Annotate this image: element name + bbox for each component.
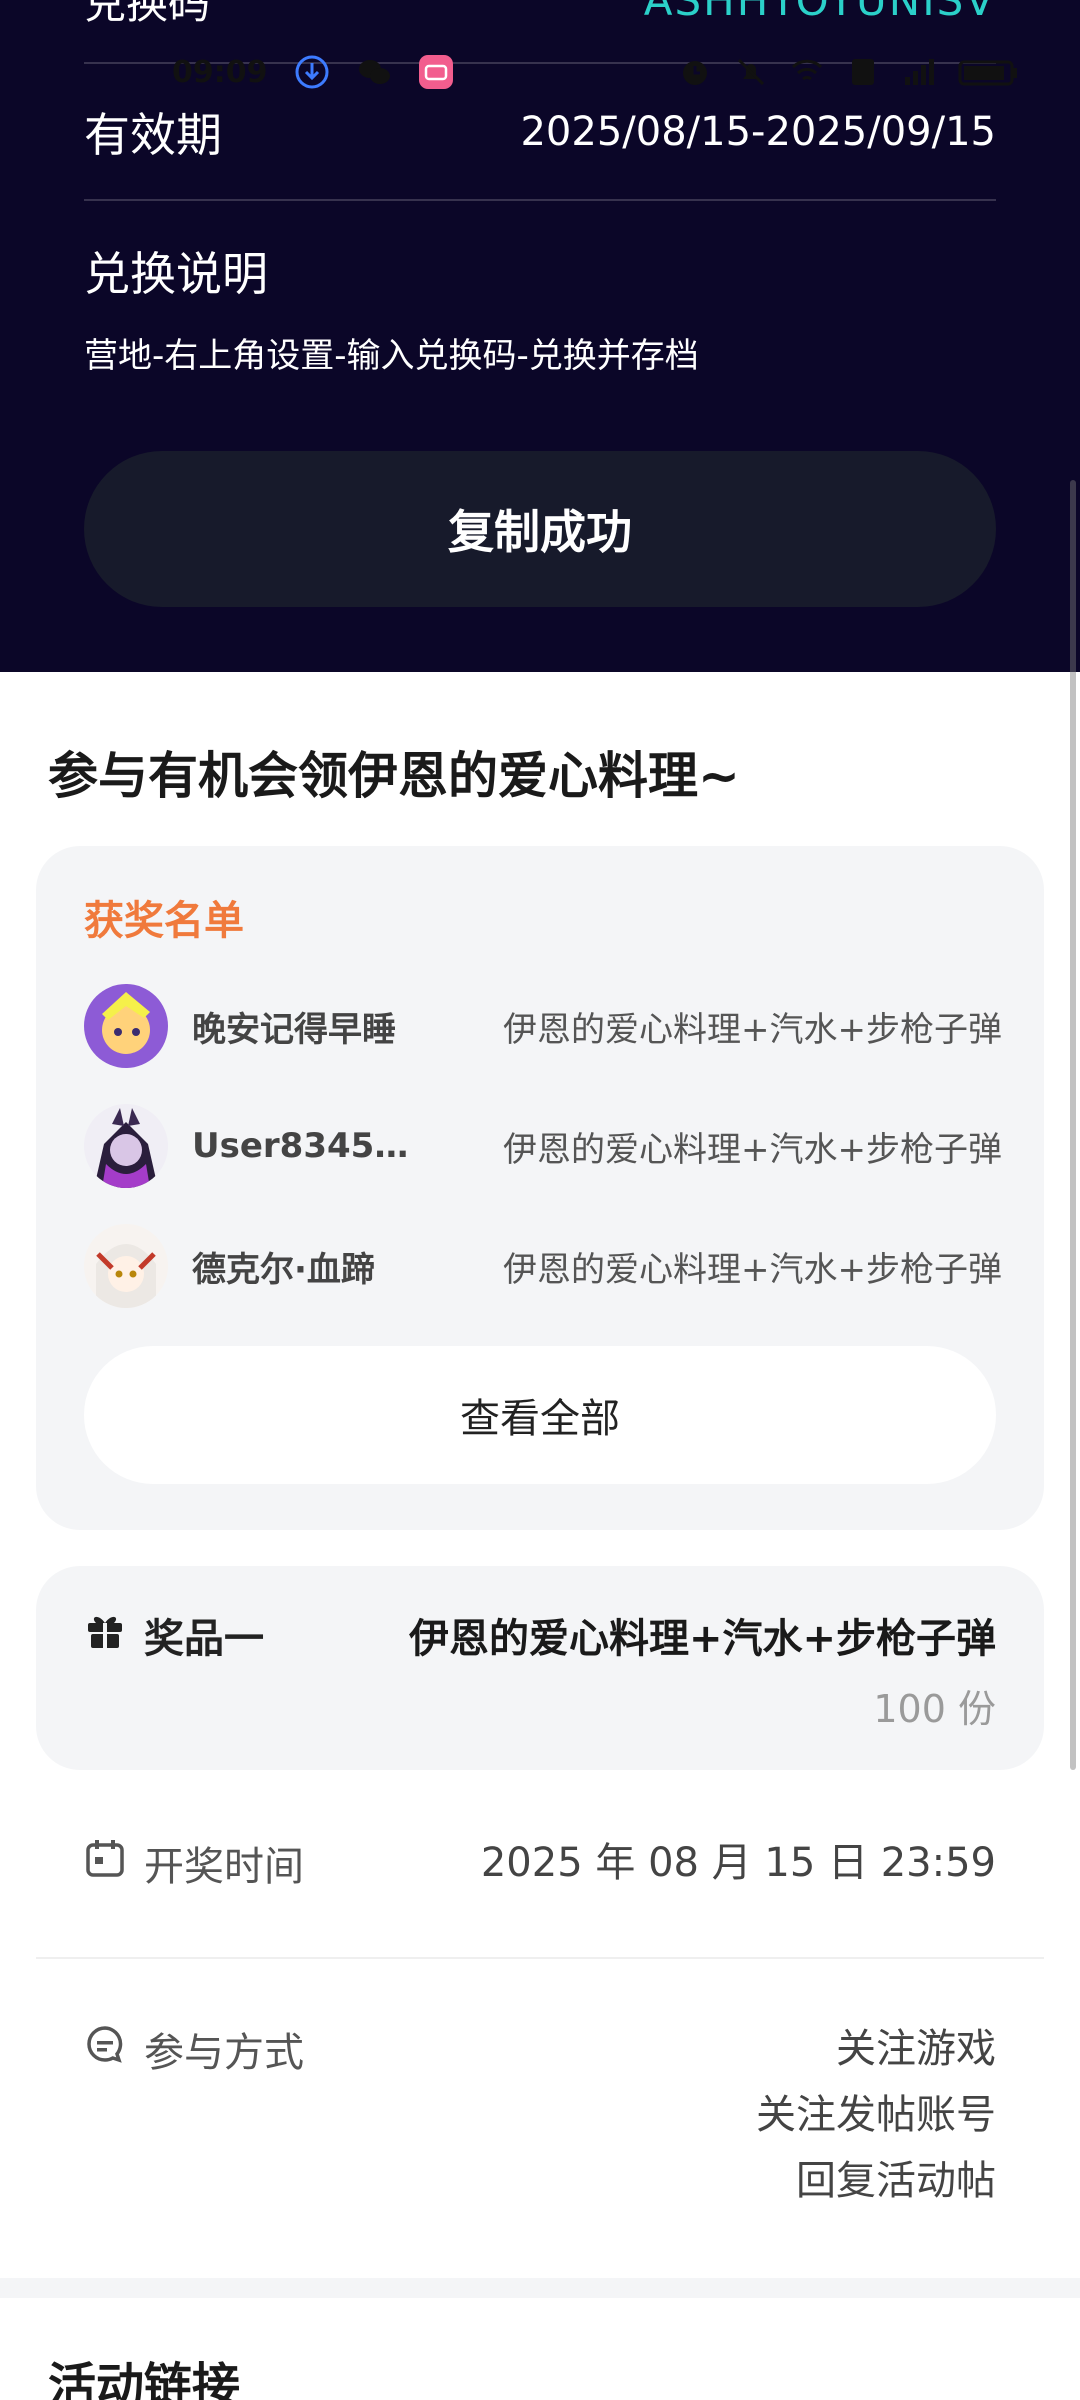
winner-row[interactable]: 晚安记得早睡 伊恩的爱心料理+汽水+步枪子弹 (84, 984, 1002, 1068)
method-follow-game: 关注游戏 (836, 2026, 996, 2072)
divider (84, 199, 996, 201)
winner-name: 晚安记得早睡 (192, 1009, 396, 1050)
redeem-instructions-title: 兑换说明 (84, 247, 268, 301)
section-separator (0, 2278, 1080, 2298)
winner-prize: 伊恩的爱心料理+汽水+步枪子弹 (503, 1009, 1002, 1050)
divider (36, 1957, 1044, 1959)
draw-time-row: 开奖时间 2025 年 08 月 15 日 23:59 (84, 1830, 996, 1896)
winner-name: 德克尔·血蹄 (192, 1249, 375, 1290)
bilibili-app-icon (418, 54, 454, 90)
prize-quantity: 100 份 (873, 1687, 996, 1731)
prize-name: 伊恩的爱心料理+汽水+步枪子弹 (408, 1616, 996, 1662)
winner-prize: 伊恩的爱心料理+汽水+步枪子弹 (503, 1129, 1002, 1170)
participation-methods: 关注游戏 关注发帖账号 回复活动帖 (756, 2016, 996, 2214)
participation-label: 参与方式 (144, 2030, 304, 2076)
winner-row[interactable]: User834580… 伊恩的爱心料理+汽水+步枪子弹 (84, 1104, 1002, 1188)
prize-label-group: 奖品一 (84, 1606, 264, 1664)
alarm-icon (678, 55, 712, 89)
prize-card: 奖品一 伊恩的爱心料理+汽水+步枪子弹 100 份 (36, 1566, 1044, 1770)
prize-label: 奖品一 (144, 1616, 264, 1662)
mute-icon (734, 55, 768, 89)
avatar (84, 1104, 168, 1188)
signal-icon (902, 55, 936, 89)
status-bar: 09:09 (0, 46, 1080, 98)
lottery-title: 参与有机会领伊恩的爱心料理~ (48, 747, 740, 805)
validity-row: 有效期 2025/08/15-2025/09/15 (84, 100, 996, 164)
redeem-code-value[interactable]: ASHHYOYUNISV (644, 0, 996, 25)
comment-icon (84, 2023, 126, 2075)
draw-time-value: 2025 年 08 月 15 日 23:59 (480, 1840, 996, 1886)
calendar-icon (84, 1837, 126, 1889)
winners-card: 获奖名单 晚安记得早睡 伊恩的爱心料理+汽水+步枪子弹 User834580… … (36, 846, 1044, 1530)
scrollbar[interactable] (1070, 480, 1076, 1770)
redeem-code-label: 兑换码 (84, 0, 211, 28)
winners-title: 获奖名单 (84, 898, 244, 944)
download-icon (294, 54, 330, 90)
view-all-button[interactable]: 查看全部 (84, 1346, 996, 1484)
gift-icon (84, 1609, 126, 1661)
sim-icon (846, 55, 880, 89)
winner-name: User834580… (192, 1126, 422, 1166)
method-reply-post: 回复活动帖 (796, 2158, 996, 2204)
validity-value: 2025/08/15-2025/09/15 (520, 109, 996, 155)
method-follow-account: 关注发帖账号 (756, 2092, 996, 2138)
winner-row[interactable]: 德克尔·血蹄 伊恩的爱心料理+汽水+步枪子弹 (84, 1224, 1002, 1308)
avatar (84, 1224, 168, 1308)
validity-label: 有效期 (84, 108, 222, 162)
wechat-icon (356, 54, 392, 90)
winner-prize: 伊恩的爱心料理+汽水+步枪子弹 (503, 1249, 1002, 1290)
status-time: 09:09 (172, 54, 268, 90)
activity-link-title: 活动链接 (48, 2358, 241, 2400)
battery-icon (958, 55, 1020, 89)
participation-row: 参与方式 关注游戏 关注发帖账号 回复活动帖 (84, 2016, 996, 2214)
redeem-code-row: 兑换码 ASHHYOYUNISV (84, 0, 996, 28)
draw-time-label: 开奖时间 (144, 1844, 304, 1890)
redeem-code-panel: 兑换码 ASHHYOYUNISV 09:09 有效期 2025/08/15-20… (0, 0, 1080, 672)
avatar (84, 984, 168, 1068)
redeem-instructions-text: 营地-右上角设置-输入兑换码-兑换并存档 (84, 336, 699, 376)
copy-code-button[interactable]: 复制成功 (84, 451, 996, 607)
wifi-icon (790, 55, 824, 89)
